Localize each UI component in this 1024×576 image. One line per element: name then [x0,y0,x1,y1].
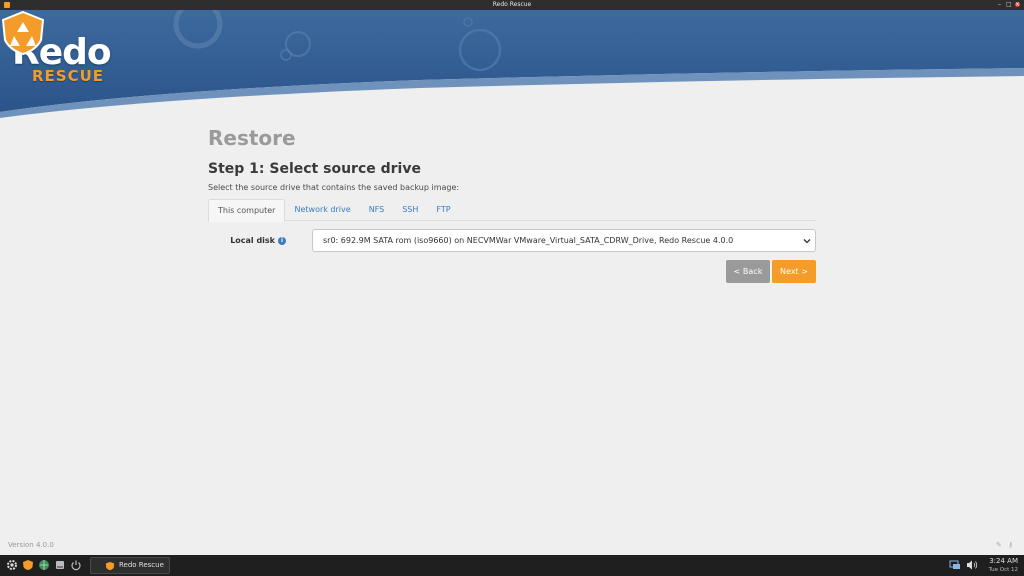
network-icon[interactable] [949,559,961,571]
window-controls: – □ × [997,0,1020,8]
app-header: Redo RESCUE [0,10,1024,120]
close-icon[interactable]: × [1015,2,1020,8]
taskbar-app-label: Redo Rescue [119,561,164,569]
next-button[interactable]: Next > [772,260,816,283]
window-title: Redo Rescue [492,1,532,8]
step-instruction: Select the source drive that contains th… [208,183,460,192]
app-window-icon [4,2,10,8]
local-disk-label-group: Local disk i [208,236,286,245]
disk-utility-icon[interactable] [54,559,66,571]
version-label: Version 4.0.0 [8,541,54,549]
taskbar-app-redo-rescue[interactable]: Redo Rescue [90,557,170,574]
footer-icons: ✎ ⚷ [996,541,1016,549]
logo-subtitle: RESCUE [32,67,105,85]
local-disk-select[interactable]: sr0: 692.9M SATA rom (iso9660) on NECVMW… [312,229,816,252]
source-tabs: This computer Network drive NFS SSH FTP [208,199,816,222]
minimize-icon[interactable]: – [997,2,1002,8]
tab-this-computer[interactable]: This computer [208,199,286,222]
recycle-badge-icon [1,10,45,56]
tab-ftp[interactable]: FTP [427,199,459,220]
power-icon[interactable] [70,559,82,571]
header-background [0,10,1024,118]
local-disk-row: Local disk i sr0: 692.9M SATA rom (iso96… [208,229,816,252]
clock-date: Tue Oct 12 [988,567,1018,573]
local-disk-selected-value: sr0: 692.9M SATA rom (iso9660) on NECVMW… [323,236,734,245]
redo-rescue-launcher-icon[interactable] [22,559,34,571]
taskbar: Redo Rescue 3:24 AM Tue Oct 12 [0,555,1024,576]
local-disk-label: Local disk [230,236,275,245]
tab-network-drive[interactable]: Network drive [285,199,359,220]
info-icon[interactable]: i [278,236,286,245]
settings-gear-icon[interactable] [6,559,18,571]
volume-icon[interactable] [966,559,978,571]
main-content: Restore Step 1: Select source drive Sele… [208,124,816,283]
clock-time: 3:24 AM [989,557,1018,565]
tab-ssh[interactable]: SSH [393,199,427,220]
maximize-icon[interactable]: □ [1006,2,1012,8]
wizard-buttons: < Back Next > [208,260,816,283]
page-title: Restore [208,126,296,150]
redo-rescue-app-icon [105,561,115,571]
window-titlebar: Redo Rescue – □ × [0,0,1024,10]
taskbar-clock[interactable]: 3:24 AM Tue Oct 12 [989,557,1018,574]
step-title: Step 1: Select source drive [208,161,421,177]
web-browser-icon[interactable] [38,559,50,571]
tab-nfs[interactable]: NFS [360,199,394,220]
wrench-icon[interactable]: ✎ [996,541,1004,549]
back-button[interactable]: < Back [726,260,770,283]
chevron-down-icon [803,239,811,244]
key-icon[interactable]: ⚷ [1008,541,1016,549]
